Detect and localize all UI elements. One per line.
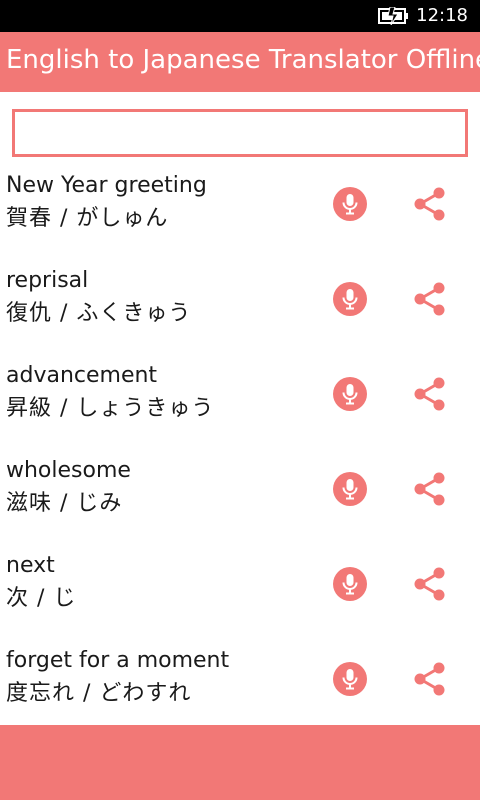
status-bar: 12:18 [0, 0, 480, 32]
share-icon[interactable] [410, 565, 448, 603]
search-input[interactable] [12, 109, 468, 157]
share-icon[interactable] [410, 185, 448, 223]
app-bar [0, 725, 480, 800]
english-word: advancement [6, 363, 158, 388]
share-icon[interactable] [410, 280, 448, 318]
microphone-icon[interactable] [333, 282, 367, 316]
status-time: 12:18 [416, 5, 468, 26]
microphone-icon[interactable] [333, 187, 367, 221]
english-word: wholesome [6, 458, 131, 483]
share-icon[interactable] [410, 375, 448, 413]
japanese-translation: 次 / じ [6, 586, 77, 611]
list-item[interactable]: advancement 昇級 / しょうきゅう [0, 355, 480, 450]
share-icon[interactable] [410, 660, 448, 698]
microphone-icon[interactable] [333, 567, 367, 601]
list-item[interactable]: forget for a moment 度忘れ / どわすれ [0, 640, 480, 735]
japanese-translation: 賀春 / がしゅん [6, 206, 169, 231]
japanese-translation: 復仇 / ふくきゅう [6, 301, 192, 326]
battery-charging-icon [378, 7, 408, 25]
microphone-icon[interactable] [333, 377, 367, 411]
share-icon[interactable] [410, 470, 448, 508]
app-title: English to Japanese Translator Offline [6, 45, 480, 75]
japanese-translation: 度忘れ / どわすれ [6, 681, 192, 706]
list-item[interactable]: reprisal 復仇 / ふくきゅう [0, 260, 480, 355]
japanese-translation: 滋味 / じみ [6, 491, 123, 516]
english-word: New Year greeting [6, 173, 207, 198]
word-list: New Year greeting 賀春 / がしゅん reprisal 復仇 … [0, 165, 480, 735]
english-word: forget for a moment [6, 648, 230, 673]
japanese-translation: 昇級 / しょうきゅう [6, 396, 215, 421]
microphone-icon[interactable] [333, 662, 367, 696]
list-item[interactable]: wholesome 滋味 / じみ [0, 450, 480, 545]
english-word: reprisal [6, 268, 89, 293]
microphone-icon[interactable] [333, 472, 367, 506]
english-word: next [6, 553, 55, 578]
list-item[interactable]: next 次 / じ [0, 545, 480, 640]
list-item[interactable]: New Year greeting 賀春 / がしゅん [0, 165, 480, 260]
app-title-bar: English to Japanese Translator Offline [0, 32, 480, 92]
